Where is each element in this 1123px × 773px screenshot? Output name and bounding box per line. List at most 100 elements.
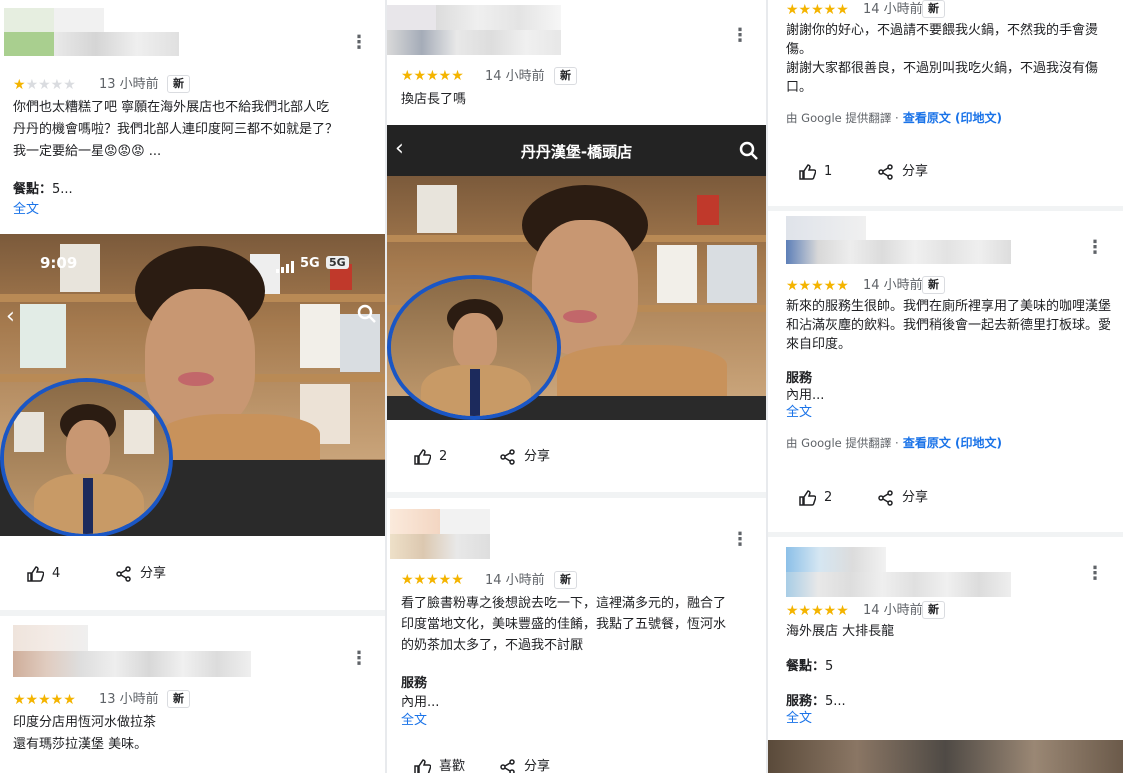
- reviewer-name[interactable]: [54, 8, 104, 32]
- search-icon[interactable]: [357, 304, 377, 328]
- avatar[interactable]: [13, 625, 88, 651]
- like-button[interactable]: 2: [413, 447, 447, 467]
- view-original-link[interactable]: 查看原文 (印地文): [903, 111, 1002, 125]
- read-more-link[interactable]: 全文: [13, 199, 39, 221]
- star-rating: ★★★★★: [786, 278, 849, 294]
- read-more-link[interactable]: 全文: [786, 708, 812, 730]
- more-options-icon[interactable]: ⋮: [731, 26, 749, 46]
- review-text-line: 謝謝你的好心，不過請不要餵我火鍋，不然我的手會燙: [786, 23, 1099, 38]
- photo-box: [14, 412, 44, 452]
- avatar[interactable]: [786, 547, 886, 572]
- new-badge: 新: [167, 75, 190, 93]
- photo-box: [300, 304, 340, 368]
- photo-box: [697, 195, 719, 225]
- review-time: 13 小時前: [99, 77, 159, 92]
- reviewer-name[interactable]: [436, 5, 561, 30]
- photo-face: [453, 313, 497, 369]
- share-button[interactable]: 分享: [116, 564, 166, 584]
- reviewer-meta: [390, 534, 490, 559]
- translated-by-label: 由 Google 提供翻譯 ·: [786, 436, 899, 450]
- new-badge: 新: [167, 690, 190, 708]
- reviewer-meta: [13, 651, 251, 677]
- review-time: 14 小時前: [485, 573, 545, 588]
- sub-rating-value: 5...: [825, 694, 846, 709]
- share-icon: [878, 490, 893, 506]
- share-label: 分享: [524, 449, 551, 464]
- avatar: [4, 32, 54, 56]
- like-button[interactable]: 1: [798, 162, 832, 182]
- reviewer-name[interactable]: [440, 509, 490, 534]
- review-column-1: ⋮ ★★★★★ 13 小時前 新 你們也太糟糕了吧 寧願在海外展店也不給我們北部…: [0, 0, 385, 773]
- like-button[interactable]: 2: [798, 488, 832, 508]
- thumbs-up-icon: [414, 449, 431, 465]
- review-column-2: ⋮ ★★★★★ 14 小時前 新 換店長了嗎 ‹ 丹丹漢堡-橋頭店 2 分享 ⋮…: [387, 0, 766, 773]
- new-badge: 新: [922, 0, 945, 18]
- share-button[interactable]: 分享: [500, 447, 550, 467]
- review-photo[interactable]: [768, 740, 1123, 773]
- reviewer-meta: [786, 240, 1011, 264]
- star-rating: ★★★★★: [786, 2, 849, 18]
- review-photo[interactable]: ‹ 丹丹漢堡-橋頭店: [387, 125, 766, 420]
- like-count: 2: [439, 449, 448, 464]
- photo-tie: [83, 478, 93, 534]
- share-icon: [500, 759, 515, 773]
- avatar[interactable]: [4, 8, 54, 32]
- sub-rating-label: 餐點：: [13, 182, 53, 197]
- photo-shirt: [160, 414, 320, 464]
- photo-box: [707, 245, 757, 303]
- star-rating: ★★★★★: [401, 572, 464, 588]
- profile-circle: [387, 275, 561, 420]
- review-text-line: 口。: [786, 80, 813, 95]
- review-text-line: 你們也太糟糕了吧 寧願在海外展店也不給我們北部人吃: [13, 100, 330, 115]
- store-title: 丹丹漢堡-橋頭店: [520, 143, 633, 161]
- reviewer-meta: [786, 572, 1011, 597]
- share-label: 分享: [902, 164, 929, 179]
- section-divider: [0, 610, 385, 616]
- review-text-line: 印度當地文化，美味豐盛的佳餚，我點了五號餐，恆河水: [401, 617, 727, 632]
- share-button[interactable]: 分享: [500, 757, 550, 773]
- reviewer-meta: [54, 32, 179, 56]
- review-time: 14 小時前: [863, 2, 923, 17]
- new-badge: 新: [922, 601, 945, 619]
- thumbs-up-icon: [414, 759, 431, 773]
- more-options-icon[interactable]: ⋮: [350, 649, 368, 669]
- new-badge: 新: [554, 571, 577, 589]
- like-count: 4: [52, 566, 61, 581]
- read-more-link[interactable]: 全文: [401, 710, 427, 732]
- back-arrow-icon[interactable]: ‹: [6, 304, 15, 329]
- photo-shirt: [557, 345, 727, 396]
- avatar[interactable]: [387, 5, 436, 30]
- sub-rating: 餐點：5: [786, 656, 833, 678]
- more-options-icon[interactable]: ⋮: [1086, 238, 1104, 258]
- thumbs-up-icon: [27, 566, 44, 582]
- share-label: 分享: [524, 759, 551, 773]
- share-button[interactable]: 分享: [878, 488, 928, 508]
- share-label: 分享: [902, 490, 929, 505]
- review-text: 海外展店 大排長龍: [786, 624, 895, 639]
- search-icon[interactable]: [739, 141, 759, 165]
- star-rating: ★★★★★: [13, 77, 76, 93]
- share-button[interactable]: 分享: [878, 162, 928, 182]
- review-text-line: 丹丹的機會嗎啦？我們北部人連印度阿三都不如就是了？: [13, 122, 339, 137]
- star-rating: ★★★★★: [401, 68, 464, 84]
- avatar[interactable]: [786, 216, 866, 240]
- photo-box: [124, 410, 154, 454]
- translation-note: 由 Google 提供翻譯 · 查看原文 (印地文): [786, 432, 1002, 455]
- read-more-link[interactable]: 全文: [786, 402, 812, 424]
- like-button[interactable]: 喜歡: [413, 757, 465, 773]
- review-text-line: 來自印度。: [786, 337, 852, 352]
- like-button[interactable]: 4: [26, 564, 60, 584]
- review-time: 14 小時前: [863, 603, 923, 618]
- network-badge: 5G: [326, 256, 349, 269]
- view-original-link[interactable]: 查看原文 (印地文): [903, 436, 1002, 450]
- sub-rating-value: 5...: [52, 182, 73, 197]
- more-options-icon[interactable]: ⋮: [731, 530, 749, 550]
- review-text-line: 印度分店用恆河水做拉茶: [13, 715, 157, 730]
- more-options-icon[interactable]: ⋮: [1086, 564, 1104, 584]
- more-options-icon[interactable]: ⋮: [350, 33, 368, 53]
- avatar[interactable]: [390, 509, 440, 534]
- section-divider: [768, 206, 1123, 211]
- review-photo[interactable]: 9:09 5G 5G ‹: [0, 234, 385, 536]
- share-icon: [500, 449, 515, 465]
- sub-rating-label: 服務：: [786, 694, 826, 709]
